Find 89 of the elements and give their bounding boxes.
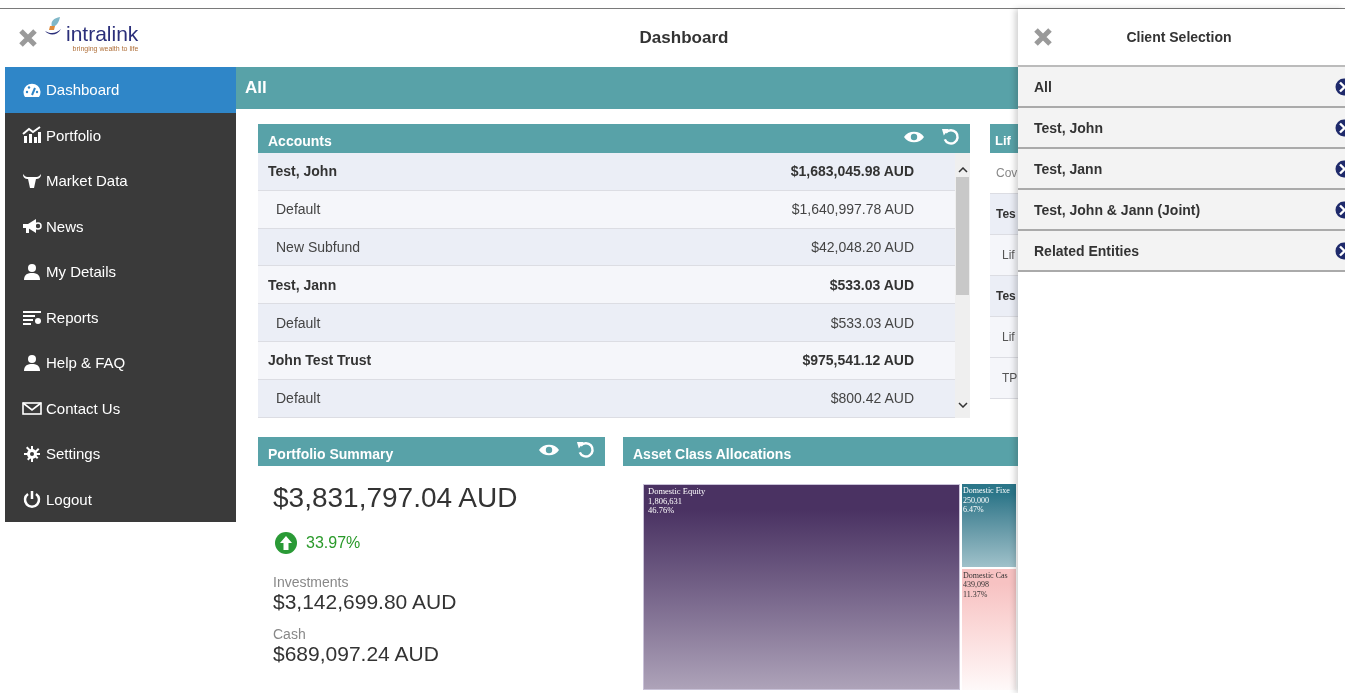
cash-value: $689,097.24 AUD <box>273 642 440 666</box>
refresh-icon[interactable] <box>941 127 960 146</box>
chevron-icon <box>1335 200 1345 219</box>
account-row[interactable]: Test, Jann $533.03 AUD <box>258 266 955 305</box>
chevron-icon <box>1335 241 1345 260</box>
sidebar-item[interactable]: Dashboard <box>5 67 236 113</box>
mail-icon <box>22 399 42 418</box>
panel-title: Asset Class Allocations <box>633 444 792 462</box>
tile-value: 1,806,631 <box>648 496 683 506</box>
page-title: Dashboard <box>638 28 730 48</box>
tile-value: 250,000 <box>963 495 990 505</box>
sidebar-item[interactable]: Contact Us <box>5 385 236 431</box>
sidebar-item[interactable]: News <box>5 203 236 249</box>
account-name: Default <box>275 390 321 407</box>
close-icon[interactable] <box>18 28 38 48</box>
account-row[interactable]: Default $800.42 AUD <box>258 379 955 418</box>
treemap-tile[interactable]: Domestic Fixe 250,000 6.47% <box>962 484 1016 567</box>
chevron-icon <box>1335 77 1345 96</box>
account-name: Test, Jann <box>268 276 337 293</box>
row-text: Cov <box>996 166 1018 180</box>
account-amount: $975,541.12 AUD <box>802 352 914 369</box>
gear-icon <box>22 444 42 463</box>
account-amount: $1,640,997.78 AUD <box>791 201 914 218</box>
sidebar-item[interactable]: Help & FAQ <box>5 340 236 386</box>
client-item[interactable]: Test, Jann <box>1018 149 1345 190</box>
account-amount: $42,048.20 AUD <box>811 239 914 255</box>
account-amount: $533.03 AUD <box>829 276 914 293</box>
sidebar-item[interactable]: Portfolio <box>5 112 236 158</box>
tile-value: 439,098 <box>963 580 990 590</box>
sidebar-item[interactable]: Market Data <box>5 158 236 204</box>
chevron-icon <box>1335 118 1345 137</box>
account-row[interactable]: New Subfund $42,048.20 AUD <box>258 228 955 267</box>
account-amount: $800.42 AUD <box>830 390 914 407</box>
cash-label: Cash <box>273 626 307 642</box>
tile-share: 6.47% <box>963 505 985 515</box>
megaphone-icon <box>22 217 42 236</box>
investments-label: Investments <box>273 574 350 590</box>
eye-icon[interactable] <box>903 129 925 144</box>
panel-title: Portfolio Summary <box>268 444 394 462</box>
row-text: Tes <box>996 289 1016 303</box>
client-item[interactable]: Related Entities <box>1018 231 1345 272</box>
account-name: Test, John <box>268 163 337 180</box>
investments-value: $3,142,699.80 AUD <box>273 590 458 614</box>
panel-title: Accounts <box>268 131 332 149</box>
tile-label: Domestic Cas <box>963 570 1009 581</box>
row-text: Lif <box>1002 330 1015 344</box>
account-amount: $533.03 AUD <box>830 314 914 331</box>
power-icon <box>22 490 42 509</box>
account-name: Default <box>275 314 321 331</box>
filter-title: All <box>245 78 267 98</box>
tile-label: Domestic Fixe <box>963 486 1011 496</box>
account-row[interactable]: John Test Trust $975,541.12 AUD <box>258 342 955 380</box>
row-text: Lif <box>1002 248 1015 262</box>
client-item[interactable]: Test, John <box>1018 108 1345 149</box>
tile-share: 46.76% <box>648 506 676 516</box>
row-text: TP <box>1002 371 1018 385</box>
chart-icon <box>22 126 42 145</box>
refresh-icon[interactable] <box>576 440 595 459</box>
account-name: New Subfund <box>275 239 361 255</box>
account-row[interactable]: Default $1,640,997.78 AUD <box>258 190 955 229</box>
account-row[interactable]: Default $533.03 AUD <box>258 304 955 342</box>
sidebar-item[interactable]: Reports <box>5 294 236 340</box>
tile-share: 11.37% <box>963 589 989 600</box>
client-item[interactable]: All <box>1018 67 1345 108</box>
eye-icon[interactable] <box>538 442 560 457</box>
treemap-tile[interactable]: Domestic Cas 439,098 11.37% <box>962 568 1016 690</box>
chevron-icon <box>1335 159 1345 178</box>
person-icon <box>22 353 42 372</box>
chevron-down-icon[interactable] <box>957 402 968 408</box>
list-icon <box>22 308 42 327</box>
account-amount: $1,683,045.98 AUD <box>790 163 914 180</box>
portfolio-total: $3,831,797.04 AUD <box>273 482 519 514</box>
client-item[interactable]: Test, John & Jann (Joint) <box>1018 190 1345 231</box>
sidebar-item[interactable]: My Details <box>5 249 236 295</box>
treemap-tile[interactable]: Domestic Equity 1,806,631 46.76% <box>643 484 960 690</box>
chevron-up-icon[interactable] <box>957 167 968 173</box>
account-name: Default <box>275 201 321 218</box>
sidebar-item[interactable]: Settings <box>5 431 236 477</box>
panel-title: Lif <box>995 132 1011 148</box>
row-text: Tes <box>996 207 1016 221</box>
sidebar-item[interactable]: Logout <box>5 476 236 522</box>
close-icon[interactable] <box>1033 27 1053 47</box>
change-percent: 33.97% <box>306 534 361 552</box>
panel-title: Client Selection <box>1125 29 1233 45</box>
logo-name: intralink <box>66 23 139 45</box>
account-row[interactable]: Test, John $1,683,045.98 AUD <box>258 153 955 191</box>
account-name: John Test Trust <box>268 352 372 369</box>
tile-label: Domestic Equity <box>648 487 707 497</box>
person-icon <box>22 262 42 281</box>
